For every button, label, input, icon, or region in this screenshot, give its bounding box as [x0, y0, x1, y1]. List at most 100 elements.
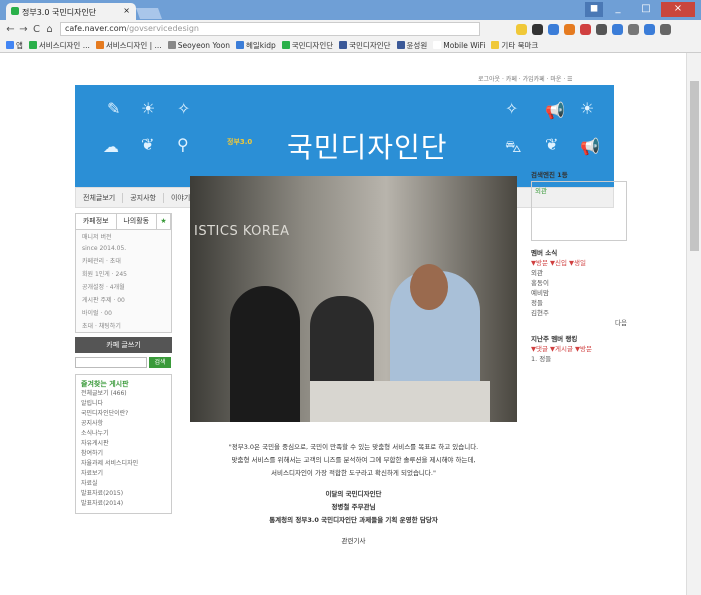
bookmark-favicon-icon	[491, 41, 500, 49]
bookmark-item[interactable]: 서비스디자인 | ...	[95, 40, 162, 51]
info-row: 게시판 주제 · 00	[82, 297, 125, 304]
user-profile-icon[interactable]: ◼	[585, 2, 603, 17]
bookmark-label: 국민디자인단	[291, 40, 334, 50]
tab-close-icon[interactable]: ×	[123, 6, 130, 15]
board-item[interactable]: 발표자료(2015)	[81, 489, 166, 499]
menu-item[interactable]: 공지사항	[123, 192, 164, 203]
rank-item[interactable]: 외관	[535, 185, 623, 195]
bookmark-item[interactable]: 앱	[6, 40, 23, 51]
reload-icon[interactable]: C	[30, 24, 43, 35]
ranking-filters[interactable]: ▼댓글 ▼게시글 ▼방문	[531, 343, 627, 353]
menu-icon[interactable]	[660, 23, 671, 35]
new-tab-button[interactable]	[135, 8, 163, 19]
more-link[interactable]: 다음	[531, 317, 627, 327]
caption-line: 이달의 국민디자인단	[325, 490, 382, 498]
board-item[interactable]: 자율과제 서비스디자인	[81, 459, 166, 469]
board-item[interactable]: 알립니다	[81, 399, 166, 409]
tab-my-activity[interactable]: 나의활동	[116, 214, 157, 229]
board-item[interactable]: 자료실	[81, 479, 166, 489]
post-caption: "정부3.0은 국민을 중심으로, 국민이 만족할 수 있는 맞춤형 서비스를 …	[190, 441, 517, 548]
member-news-item[interactable]: 홍동이	[531, 277, 627, 287]
board-list: 즐겨찾는 게시판 전체글보기 (466) 알립니다 국민디자인단이란? 공지사항 소식나…	[75, 374, 172, 514]
bookmark-item[interactable]: 기타 북마크	[491, 40, 538, 51]
tree-icon: ❦	[141, 135, 155, 154]
info-row: 카페관리 · 초대	[82, 258, 121, 265]
board-item[interactable]: 전체글보기 (466)	[81, 389, 166, 399]
member-news-list: 외관 홍동이 예비맘 정들 김현주	[531, 267, 627, 317]
extension-icon[interactable]	[580, 23, 591, 35]
info-tabs: 카페정보 나의활동 ★	[76, 214, 171, 230]
info-row: 공개설정 · 4개월	[82, 284, 125, 291]
extension-icon[interactable]	[612, 23, 623, 35]
bookmark-item[interactable]: Seoyeon Yoon	[167, 41, 230, 50]
address-bar[interactable]: cafe.naver.com/govservicedesign	[60, 22, 480, 36]
megaphone-icon: 📢	[580, 137, 600, 156]
bookmark-item[interactable]: 국민디자인단	[339, 40, 391, 51]
extension-icon[interactable]	[548, 23, 559, 35]
close-button[interactable]: ×	[661, 2, 695, 17]
bookmark-item[interactable]: 국민디자인단	[281, 40, 334, 51]
browser-tab[interactable]: 정부3.0 국민디자인단 ×	[6, 3, 136, 20]
person-head	[410, 264, 448, 310]
forward-icon[interactable]: →	[17, 24, 30, 35]
home-icon[interactable]: ⌂	[43, 24, 56, 35]
board-items: 전체글보기 (466) 알립니다 국민디자인단이란? 공지사항 소식나누기 자유게시판 참여…	[81, 389, 166, 509]
extension-icon[interactable]	[628, 23, 639, 35]
board-item[interactable]: 참여하기	[81, 449, 166, 459]
caption-line	[190, 480, 517, 488]
board-item[interactable]: 자료보기	[81, 469, 166, 479]
board-item[interactable]: 자유게시판	[81, 439, 166, 449]
board-item[interactable]: 소식나누기	[81, 429, 166, 439]
bookmark-item[interactable]: Mobile WiFi	[433, 41, 485, 50]
bookmark-item[interactable]: 서비스디자인 ...	[28, 40, 90, 51]
photo-sign-text: ISTICS KOREA	[194, 224, 290, 239]
cafe-write-button[interactable]: 카페 글쓰기	[75, 337, 172, 353]
vertical-scrollbar[interactable]	[686, 53, 701, 595]
caption-line: 정병철 주무관님	[331, 503, 376, 511]
extension-icon[interactable]	[596, 23, 607, 35]
bookmark-favicon-icon	[396, 41, 405, 49]
back-icon[interactable]: ←	[4, 24, 17, 35]
extension-icon[interactable]	[564, 23, 575, 35]
bookmark-item[interactable]: 윤성원	[396, 40, 427, 51]
caption-line: 관련기사	[341, 537, 366, 545]
cafe-search-input[interactable]	[75, 357, 147, 368]
member-news-item[interactable]: 김현주	[531, 307, 627, 317]
search-button[interactable]: 검색	[149, 357, 171, 368]
url-host: cafe.naver.com	[65, 24, 127, 33]
bookmark-star-icon[interactable]	[516, 23, 527, 35]
extension-icon[interactable]	[532, 23, 543, 35]
top-links[interactable]: 로그아웃 · 카페 · 가입카페 · 마운 · ☰	[478, 74, 573, 83]
bookmark-favicon-icon	[167, 41, 176, 49]
bookmark-favicon-icon	[6, 41, 14, 49]
cafe-favicon-icon	[11, 7, 19, 15]
minimize-button[interactable]: _	[605, 2, 631, 17]
member-news-filters[interactable]: ▼방문 ▼신입 ▼생일	[531, 257, 627, 267]
tree-icon: ❦	[545, 135, 559, 154]
info-row: since 2014.05.	[82, 245, 127, 252]
sun-icon: ☀	[141, 99, 156, 118]
favorite-star-icon[interactable]: ★	[157, 214, 171, 229]
info-row: 매니저 버전	[82, 234, 112, 241]
bookmark-favicon-icon	[235, 41, 244, 49]
maximize-button[interactable]: □	[633, 2, 659, 17]
pen-icon: ✎	[107, 99, 121, 118]
left-sidebar: 카페정보 나의활동 ★ 매니저 버전 since 2014.05. 카페관리 · 초…	[75, 213, 172, 595]
ranking-item[interactable]: 1. 정들	[531, 353, 627, 363]
menu-item[interactable]: 전체글보기	[76, 192, 124, 203]
caption-line: "정부3.0은 국민을 중심으로, 국민이 만족할 수 있는 맞춤형 서비스를 …	[228, 443, 479, 451]
board-item[interactable]: 발표자료(2014)	[81, 499, 166, 509]
bookmark-label: 헤일kidp	[245, 40, 276, 50]
extension-icon[interactable]	[644, 23, 655, 35]
board-item[interactable]: 공지사항	[81, 419, 166, 429]
member-news-item[interactable]: 예비맘	[531, 287, 627, 297]
extension-icons	[516, 23, 671, 35]
bookmark-item[interactable]: 헤일kidp	[235, 40, 276, 51]
tab-title: 정부3.0 국민디자인단	[22, 8, 97, 17]
member-news-item[interactable]: 정들	[531, 297, 627, 307]
scrollbar-thumb[interactable]	[690, 81, 699, 251]
caption-line: 서비스디자인이 가장 적합한 도구라고 확신하게 되었습니다."	[271, 469, 436, 477]
board-item[interactable]: 국민디자인단이란?	[81, 409, 166, 419]
member-news-item[interactable]: 외관	[531, 267, 627, 277]
tab-cafe-info[interactable]: 카페정보	[76, 214, 117, 229]
